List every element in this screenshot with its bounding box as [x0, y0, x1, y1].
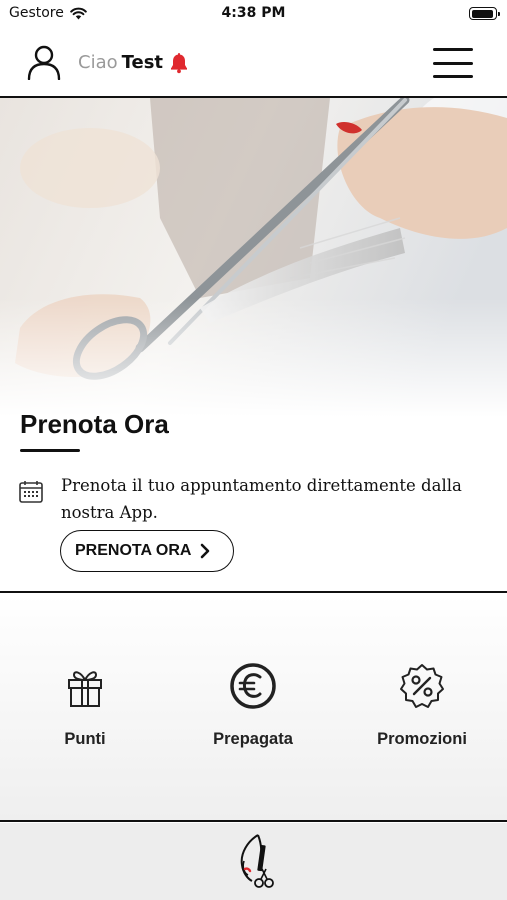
battery-level: [471, 9, 494, 18]
service-label: Prepagata: [213, 730, 293, 748]
service-promozioni[interactable]: Promozioni: [352, 662, 492, 749]
status-bar: Gestore 4:38 PM: [0, 0, 507, 28]
menu-line: [433, 75, 473, 78]
footer: [0, 823, 507, 900]
greeting: Ciao Test: [78, 52, 163, 73]
menu-line: [433, 61, 473, 65]
euro-coin-icon: [230, 663, 276, 709]
services-section: Punti Prepagata Promozioni: [0, 594, 507, 820]
notification-bell-icon[interactable]: [168, 52, 190, 74]
gift-icon: [68, 671, 102, 707]
salon-logo-icon: [240, 834, 274, 888]
prenota-ora-button[interactable]: PRENOTA ORA: [60, 530, 234, 572]
services-divider: [0, 820, 507, 822]
status-time: 4:38 PM: [221, 5, 286, 21]
user-profile-icon[interactable]: [26, 44, 62, 80]
chevron-right-icon: [201, 543, 210, 559]
battery-icon: [469, 7, 500, 20]
hamburger-menu-button[interactable]: [433, 48, 473, 78]
app-header: Ciao Test: [0, 28, 507, 96]
title-underline: [20, 449, 80, 452]
service-punti[interactable]: Punti: [15, 662, 155, 749]
user-name: Test: [121, 52, 164, 73]
service-label: Promozioni: [377, 730, 467, 748]
hero-title: Prenota Ora: [20, 409, 169, 439]
service-label: Punti: [64, 730, 106, 748]
menu-line: [433, 48, 473, 51]
percent-badge-icon: [400, 664, 444, 708]
prenota-ora-label: PRENOTA ORA: [75, 542, 192, 559]
service-prepagata[interactable]: Prepagata: [183, 662, 323, 749]
hero-description: Prenota il tuo appuntamento direttamente…: [61, 476, 462, 522]
greeting-word: Ciao: [78, 52, 118, 73]
hero-divider: [0, 591, 507, 593]
calendar-icon: [19, 481, 43, 503]
booking-hero: Prenota Ora Prenota il tuo appuntamento …: [0, 98, 507, 592]
